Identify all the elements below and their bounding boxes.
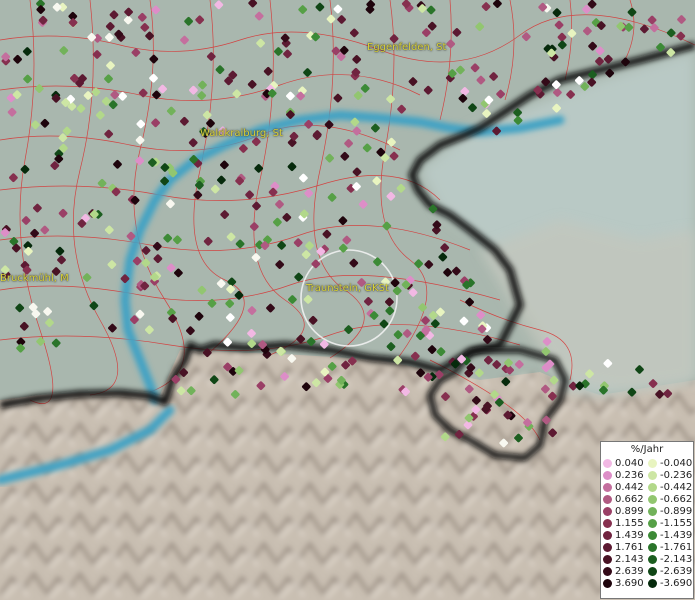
legend-value: 3.690	[615, 577, 644, 589]
legend-entry: -0.236	[648, 469, 693, 481]
legend: %/Jahr 0.040 0.236 0.442 0.662 0.899 1.155 1.4…	[600, 441, 694, 599]
legend-entry: 2.143	[603, 553, 648, 565]
legend-value: 0.662	[615, 493, 644, 505]
legend-swatch	[603, 578, 612, 588]
legend-swatch	[648, 470, 657, 480]
legend-entry: -0.899	[648, 505, 693, 517]
legend-value: 0.442	[615, 481, 644, 493]
legend-entry: 2.639	[603, 565, 648, 577]
map-basemap	[0, 0, 695, 600]
legend-swatch	[648, 482, 657, 492]
legend-value: 0.899	[615, 505, 644, 517]
legend-swatch	[648, 566, 657, 576]
legend-swatch	[648, 542, 657, 552]
legend-swatch	[603, 542, 612, 552]
legend-swatch	[603, 506, 612, 516]
legend-value: -2.639	[660, 565, 693, 577]
legend-swatch	[603, 494, 612, 504]
legend-swatch	[648, 494, 657, 504]
legend-value: 0.236	[615, 469, 644, 481]
map-view[interactable]: Eggenfelden, St Waldkraiburg, St Traunst…	[0, 0, 695, 600]
legend-swatch	[648, 518, 657, 528]
legend-entry: -3.690	[648, 577, 693, 589]
legend-value: -2.143	[660, 553, 693, 565]
legend-value: 2.639	[615, 565, 644, 577]
legend-entry: 1.439	[603, 529, 648, 541]
legend-entry: -1.761	[648, 541, 693, 553]
legend-value: -1.155	[660, 517, 693, 529]
legend-entry: 1.155	[603, 517, 648, 529]
legend-value: -0.040	[660, 457, 693, 469]
legend-swatch	[603, 470, 612, 480]
legend-swatch	[603, 458, 612, 468]
legend-entry: 0.040	[603, 457, 648, 469]
legend-swatch	[603, 482, 612, 492]
legend-swatch	[648, 458, 657, 468]
legend-entry: -0.662	[648, 493, 693, 505]
town-label-eggenfelden: Eggenfelden, St	[367, 42, 447, 53]
legend-value: -0.662	[660, 493, 693, 505]
legend-value: 2.143	[615, 553, 644, 565]
legend-value: -0.899	[660, 505, 693, 517]
legend-value: 1.439	[615, 529, 644, 541]
legend-value: -1.439	[660, 529, 693, 541]
legend-value: 1.155	[615, 517, 644, 529]
legend-entry: -0.442	[648, 481, 693, 493]
legend-swatch	[603, 554, 612, 564]
legend-entry: 1.761	[603, 541, 648, 553]
legend-swatch	[648, 506, 657, 516]
legend-entry: -1.155	[648, 517, 693, 529]
legend-title: %/Jahr	[630, 444, 664, 455]
legend-entry: -2.143	[648, 553, 693, 565]
legend-swatch	[648, 530, 657, 540]
legend-swatch	[603, 518, 612, 528]
legend-entry: -0.040	[648, 457, 693, 469]
legend-value: -0.236	[660, 469, 693, 481]
legend-entry: 0.442	[603, 481, 648, 493]
legend-entry: 0.662	[603, 493, 648, 505]
legend-swatch	[603, 530, 612, 540]
town-label-traunstein: Traunstein, GKSt	[306, 283, 389, 294]
town-label-waldkraiburg: Waldkraiburg, St	[200, 128, 283, 139]
legend-negative-column: -0.040 -0.236 -0.442 -0.662 -0.899 -1.155 -1.4…	[648, 457, 693, 589]
legend-swatch	[648, 578, 657, 588]
legend-value: 0.040	[615, 457, 644, 469]
legend-value: -0.442	[660, 481, 693, 493]
legend-swatch	[603, 566, 612, 576]
legend-entry: -2.639	[648, 565, 693, 577]
legend-entry: 0.236	[603, 469, 648, 481]
legend-entry: 3.690	[603, 577, 648, 589]
legend-entry: -1.439	[648, 529, 693, 541]
legend-entry: 0.899	[603, 505, 648, 517]
legend-positive-column: 0.040 0.236 0.442 0.662 0.899 1.155 1.439 1.761…	[603, 457, 648, 589]
town-label-bruckmuehl: Bruckmühl, M	[0, 273, 69, 284]
legend-value: -1.761	[660, 541, 693, 553]
legend-swatch	[648, 554, 657, 564]
legend-value: 1.761	[615, 541, 644, 553]
legend-value: -3.690	[660, 577, 693, 589]
